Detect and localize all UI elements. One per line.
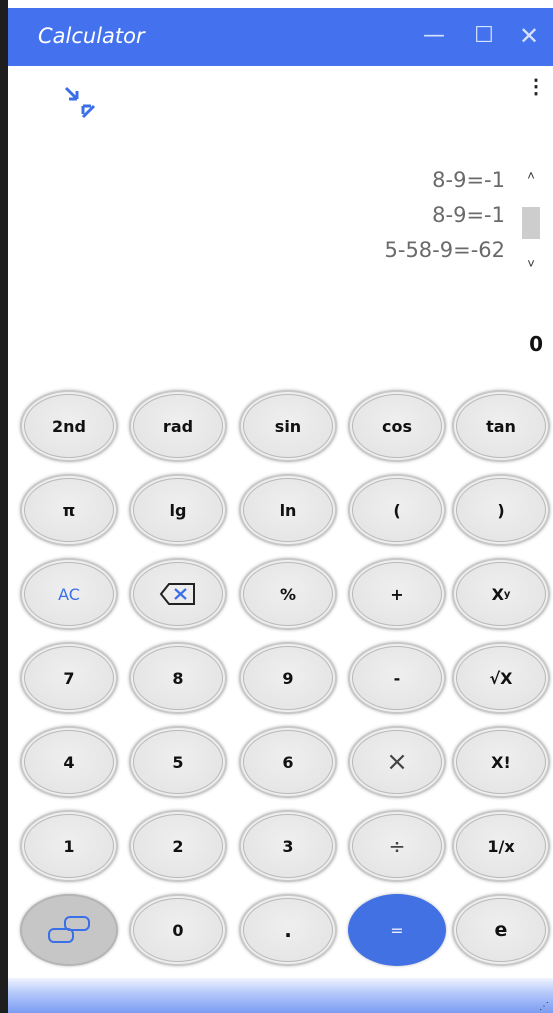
compact-mode-icon[interactable] — [60, 82, 102, 124]
digit-6-button[interactable]: 6 — [239, 726, 337, 798]
scroll-down-icon[interactable]: ˅ — [520, 253, 542, 275]
history-item[interactable]: 5-58-9=-62 — [205, 233, 506, 268]
power-button[interactable]: Xy — [452, 558, 550, 630]
digit-2-button[interactable]: 2 — [129, 810, 227, 882]
minus-button[interactable]: - — [348, 642, 446, 714]
tan-button[interactable]: tan — [452, 390, 550, 462]
close-icon[interactable]: ✕ — [505, 16, 553, 56]
history-scrollbar[interactable]: ˄ ˅ — [520, 165, 542, 275]
digit-8-button[interactable]: 8 — [129, 642, 227, 714]
second-button[interactable]: 2nd — [20, 390, 118, 462]
equals-button[interactable]: = — [348, 894, 446, 966]
window-title: Calculator — [38, 24, 145, 48]
divide-button[interactable]: ÷ — [348, 810, 446, 882]
reciprocal-button[interactable]: 1/x — [452, 810, 550, 882]
rad-button[interactable]: rad — [129, 390, 227, 462]
sqrt-button[interactable]: √X — [452, 642, 550, 714]
history-item[interactable]: 8-9=-1 — [205, 198, 505, 233]
digit-7-button[interactable]: 7 — [20, 642, 118, 714]
title-bar[interactable]: Calculator — ☐ ✕ — [8, 8, 553, 66]
history-item[interactable]: 8-9=-1 — [205, 163, 505, 198]
digit-9-button[interactable]: 9 — [239, 642, 337, 714]
digit-4-button[interactable]: 4 — [20, 726, 118, 798]
open-paren-button[interactable]: ( — [348, 474, 446, 546]
backspace-icon — [159, 583, 195, 605]
result-display: 0 — [529, 332, 543, 356]
mode-switch-icon — [48, 916, 90, 943]
lg-button[interactable]: lg — [129, 474, 227, 546]
digit-3-button[interactable]: 3 — [239, 810, 337, 882]
multiply-button[interactable]: × — [348, 726, 446, 798]
minimize-icon[interactable]: — — [410, 16, 458, 56]
history-list: 8-9=-1 8-9=-1 5-58-9=-62 — [205, 163, 506, 268]
digit-1-button[interactable]: 1 — [20, 810, 118, 882]
status-bar: ⋰ — [8, 978, 553, 1013]
maximize-icon[interactable]: ☐ — [460, 16, 508, 56]
more-options-icon[interactable]: ⋮ — [526, 72, 546, 102]
clear-button[interactable]: AC — [20, 558, 118, 630]
sin-button[interactable]: sin — [239, 390, 337, 462]
decimal-button[interactable]: . — [239, 894, 337, 966]
factorial-button[interactable]: X! — [452, 726, 550, 798]
scroll-thumb[interactable] — [522, 207, 540, 239]
pi-button[interactable]: π — [20, 474, 118, 546]
percent-button[interactable]: % — [239, 558, 337, 630]
plus-button[interactable]: + — [348, 558, 446, 630]
mode-switch-button[interactable] — [20, 894, 118, 966]
digit-5-button[interactable]: 5 — [129, 726, 227, 798]
digit-0-button[interactable]: 0 — [129, 894, 227, 966]
calculator-window: Calculator — ☐ ✕ ⋮ 8-9=-1 8-9=-1 5-58-9=… — [8, 8, 553, 1013]
power-exponent: y — [503, 588, 511, 600]
backspace-button[interactable] — [129, 558, 227, 630]
scroll-up-icon[interactable]: ˄ — [520, 165, 542, 187]
cos-button[interactable]: cos — [348, 390, 446, 462]
e-constant-button[interactable]: e — [452, 894, 550, 966]
close-paren-button[interactable]: ) — [452, 474, 550, 546]
power-base: X — [491, 584, 504, 604]
resize-grip-icon[interactable]: ⋰ — [539, 1001, 551, 1013]
window-left-edge — [0, 0, 8, 1013]
ln-button[interactable]: ln — [239, 474, 337, 546]
